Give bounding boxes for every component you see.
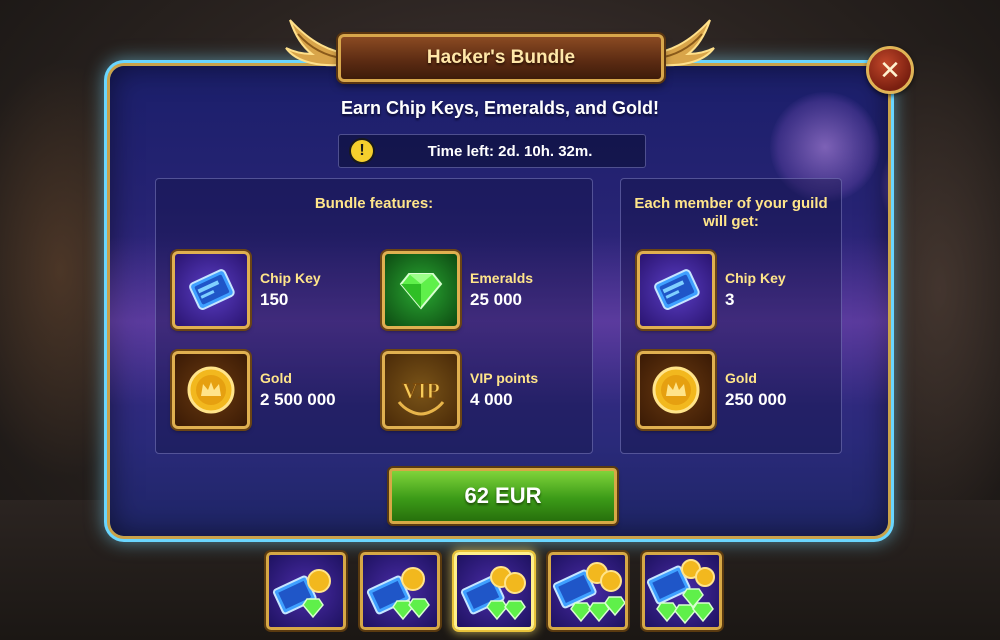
guild-rewards-box: Each member of your guild will get: Chip…: [620, 178, 842, 454]
feature-item-chip-key: Chip Key 150: [172, 251, 321, 329]
close-icon: ✕: [879, 55, 901, 85]
features-title: Bundle features:: [314, 195, 434, 212]
tier-button-5[interactable]: [642, 552, 722, 630]
bundle-subtitle: Earn Chip Keys, Emeralds, and Gold!: [340, 98, 660, 118]
item-value: 3: [725, 290, 735, 309]
item-value: 250 000: [725, 390, 787, 409]
tier-button-3[interactable]: [454, 552, 534, 630]
item-name: VIP points: [470, 370, 539, 386]
guild-item-gold: Gold 250 000: [637, 351, 786, 429]
item-value: 2 500 000: [260, 390, 336, 409]
exclamation-icon: !: [349, 138, 375, 164]
tier-button-4[interactable]: [548, 552, 628, 630]
bundle-features-box: Bundle features: Chip Key 150 Emeralds 2…: [155, 178, 593, 454]
svg-text:VIP: VIP: [402, 378, 440, 403]
feature-item-gold: Gold 2 500 000: [172, 351, 336, 429]
page-title: Hacker's Bundle: [426, 47, 576, 68]
emerald-icon: [382, 251, 460, 329]
tier-button-2[interactable]: [360, 552, 440, 630]
vip-icon: VIP: [382, 351, 460, 429]
guild-item-chip-key: Chip Key 3: [637, 251, 786, 329]
chip-key-icon: [637, 251, 715, 329]
item-name: Chip Key: [725, 270, 786, 286]
item-value: 4 000: [470, 390, 513, 409]
guild-title: Each member of your guild will get:: [634, 195, 828, 230]
price-label: 62 EUR: [464, 483, 542, 508]
gold-coin-icon: [172, 351, 250, 429]
feature-item-vip-points: VIP VIP points 4 000: [382, 351, 538, 429]
close-button[interactable]: ✕: [866, 46, 914, 94]
feature-item-emeralds: Emeralds 25 000: [382, 251, 533, 329]
timer-text: Time left: 2d. 10h. 32m.: [427, 142, 593, 160]
title-banner: Hacker's Bundle: [338, 34, 664, 82]
item-name: Chip Key: [260, 270, 321, 286]
item-name: Emeralds: [470, 270, 534, 286]
item-name: Gold: [725, 370, 757, 386]
buy-button[interactable]: 62 EUR: [389, 468, 617, 524]
item-value: 150: [260, 290, 289, 309]
tier-button-1[interactable]: [266, 552, 346, 630]
chip-key-icon: [172, 251, 250, 329]
item-name: Gold: [260, 370, 292, 386]
timer-bar: ! Time left: 2d. 10h. 32m.: [338, 134, 646, 168]
bundle-tier-selector: [266, 552, 722, 630]
gold-coin-icon: [637, 351, 715, 429]
item-value: 25 000: [470, 290, 522, 309]
